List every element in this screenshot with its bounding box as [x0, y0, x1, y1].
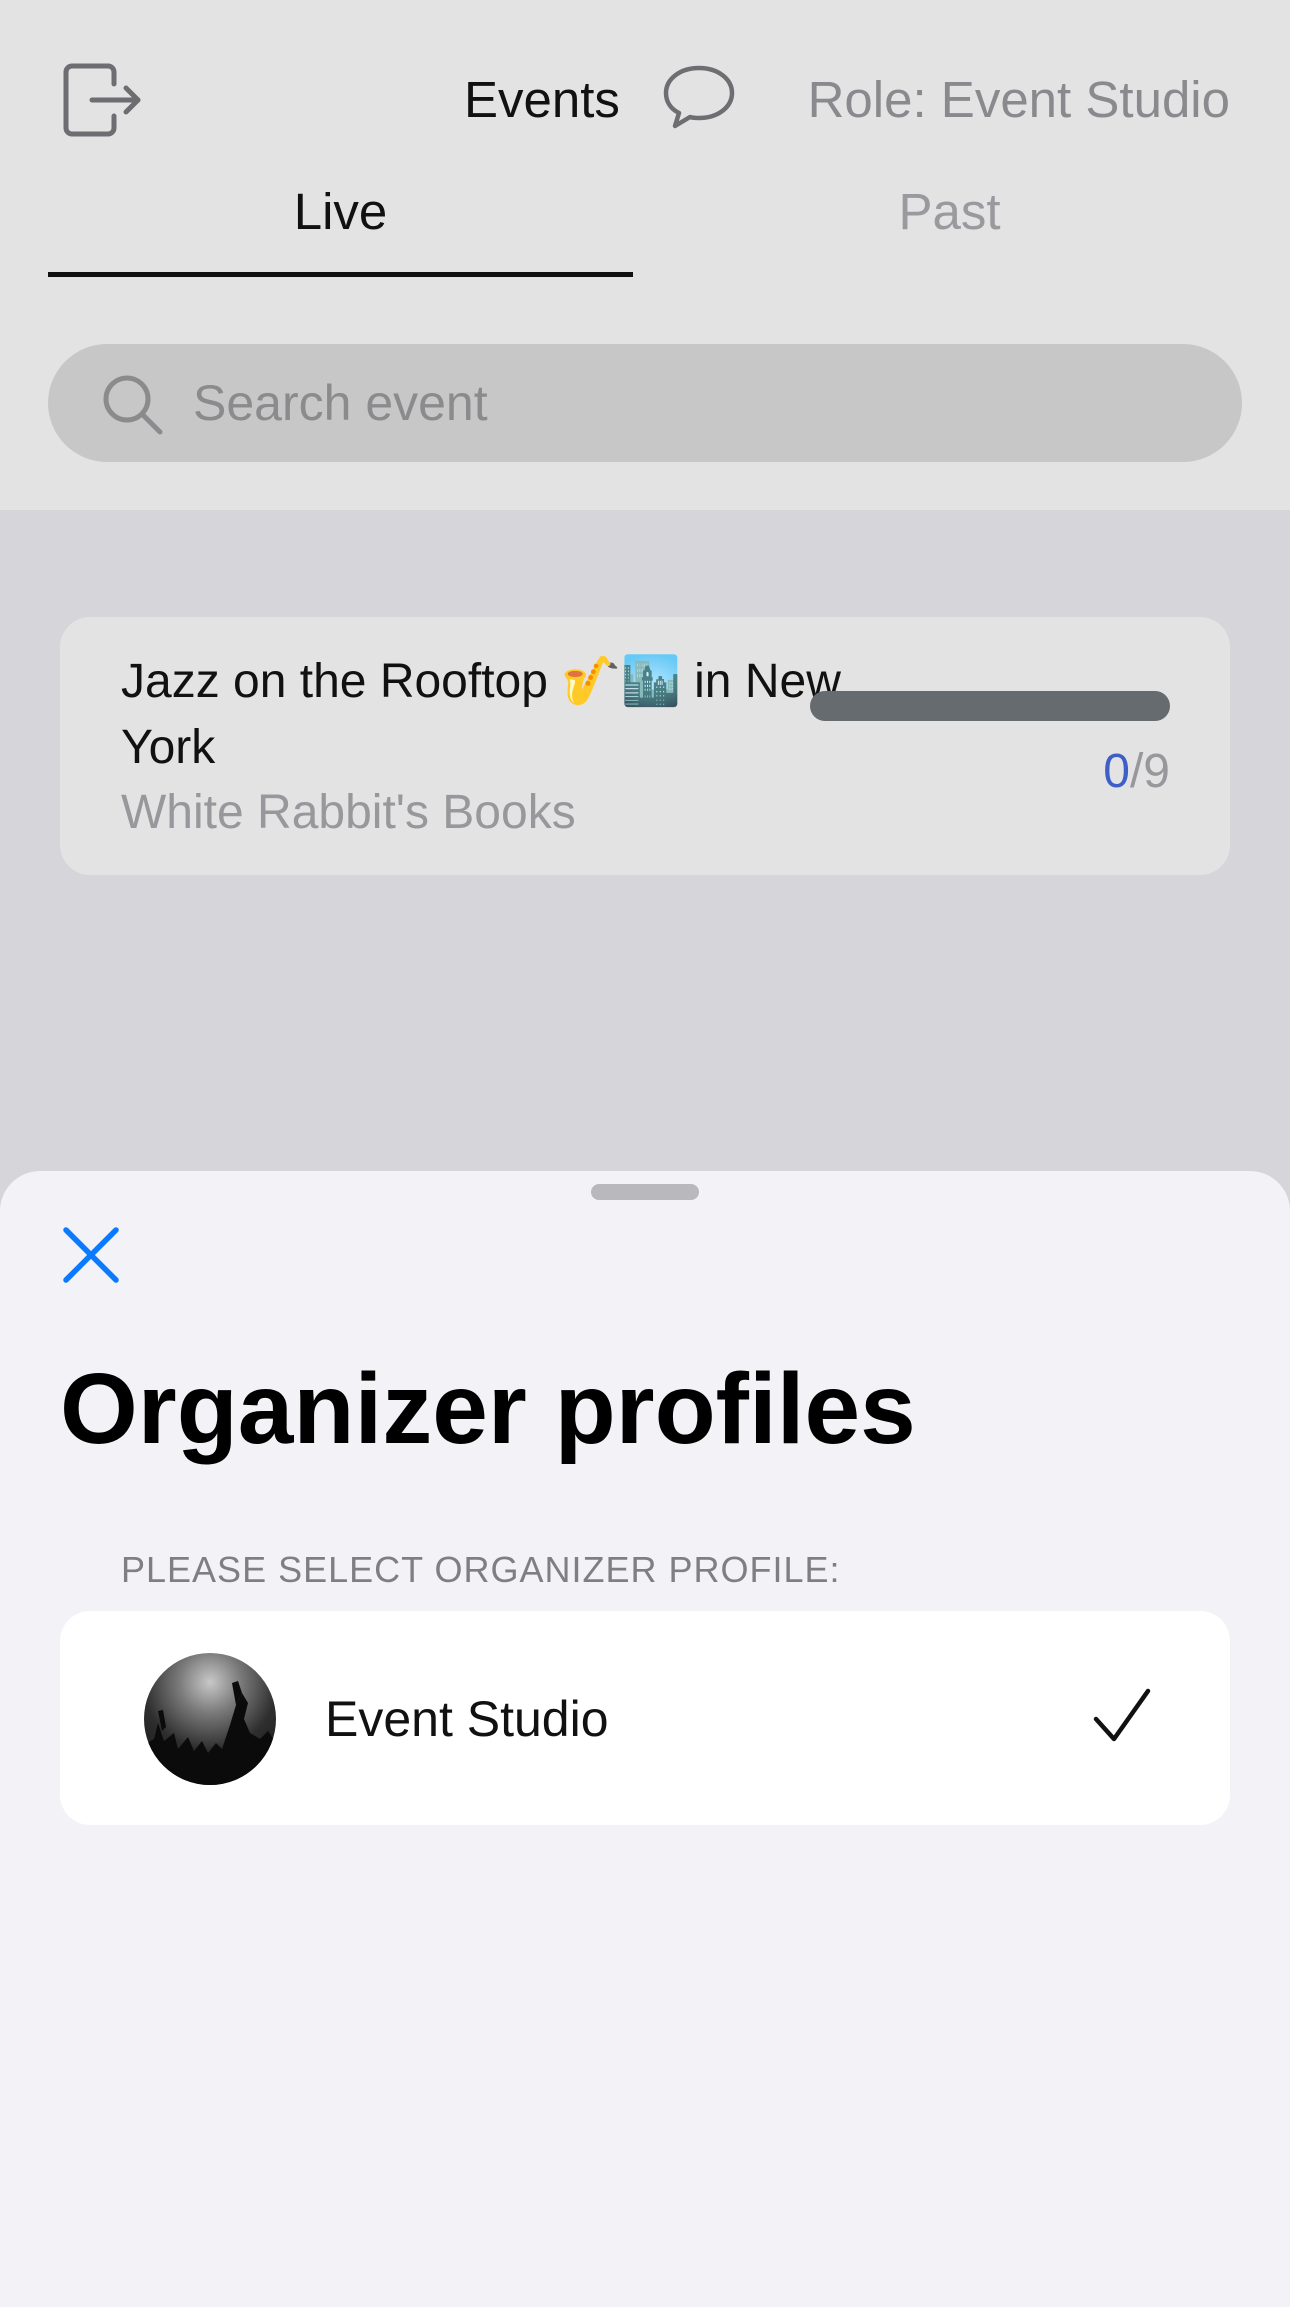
concert-crowd-photo — [144, 1681, 276, 1785]
tab-bar: Live Past — [48, 180, 1242, 280]
event-card[interactable]: Jazz on the Rooftop 🎷🏙️ in New York Whit… — [60, 617, 1230, 875]
close-button[interactable] — [60, 1224, 122, 1286]
organizer-profiles-sheet: Organizer profiles PLEASE SELECT ORGANIZ… — [0, 1171, 1290, 2307]
checkin-count: 0/9 — [1103, 741, 1170, 803]
checkmark-icon — [1093, 1688, 1151, 1742]
search-bar[interactable] — [48, 344, 1242, 462]
avatar — [144, 1653, 276, 1785]
close-icon — [63, 1227, 119, 1283]
exit-icon — [63, 63, 141, 137]
app-header: Events Role: Event Studio Live Past — [0, 0, 1290, 510]
tab-live[interactable]: Live — [48, 180, 633, 280]
checkin-total-count: 9 — [1143, 745, 1170, 798]
tab-selection-indicator — [48, 272, 633, 277]
profile-name: Event Studio — [325, 1691, 609, 1747]
search-input[interactable] — [193, 368, 1193, 438]
checkin-done-count: 0 — [1103, 745, 1130, 798]
checkin-separator: / — [1129, 745, 1144, 798]
sheet-title: Organizer profiles — [60, 1353, 916, 1465]
chat-button[interactable] — [660, 62, 738, 134]
search-icon — [103, 375, 163, 435]
page-title: Events — [464, 71, 620, 128]
profile-list: Event Studio — [60, 1611, 1230, 1825]
chat-bubble-icon — [663, 65, 735, 129]
section-header: PLEASE SELECT ORGANIZER PROFILE: — [121, 1549, 841, 1590]
event-venue: White Rabbit's Books — [121, 786, 576, 839]
exit-button[interactable] — [62, 58, 146, 142]
tab-past[interactable]: Past — [657, 180, 1242, 280]
role-label[interactable]: Role: Event Studio — [808, 70, 1230, 130]
profile-row-event-studio[interactable]: Event Studio — [60, 1611, 1230, 1825]
checkin-progress-bar — [810, 691, 1170, 721]
sheet-grabber[interactable] — [591, 1184, 699, 1200]
event-title: Jazz on the Rooftop 🎷🏙️ in New York — [121, 655, 841, 774]
